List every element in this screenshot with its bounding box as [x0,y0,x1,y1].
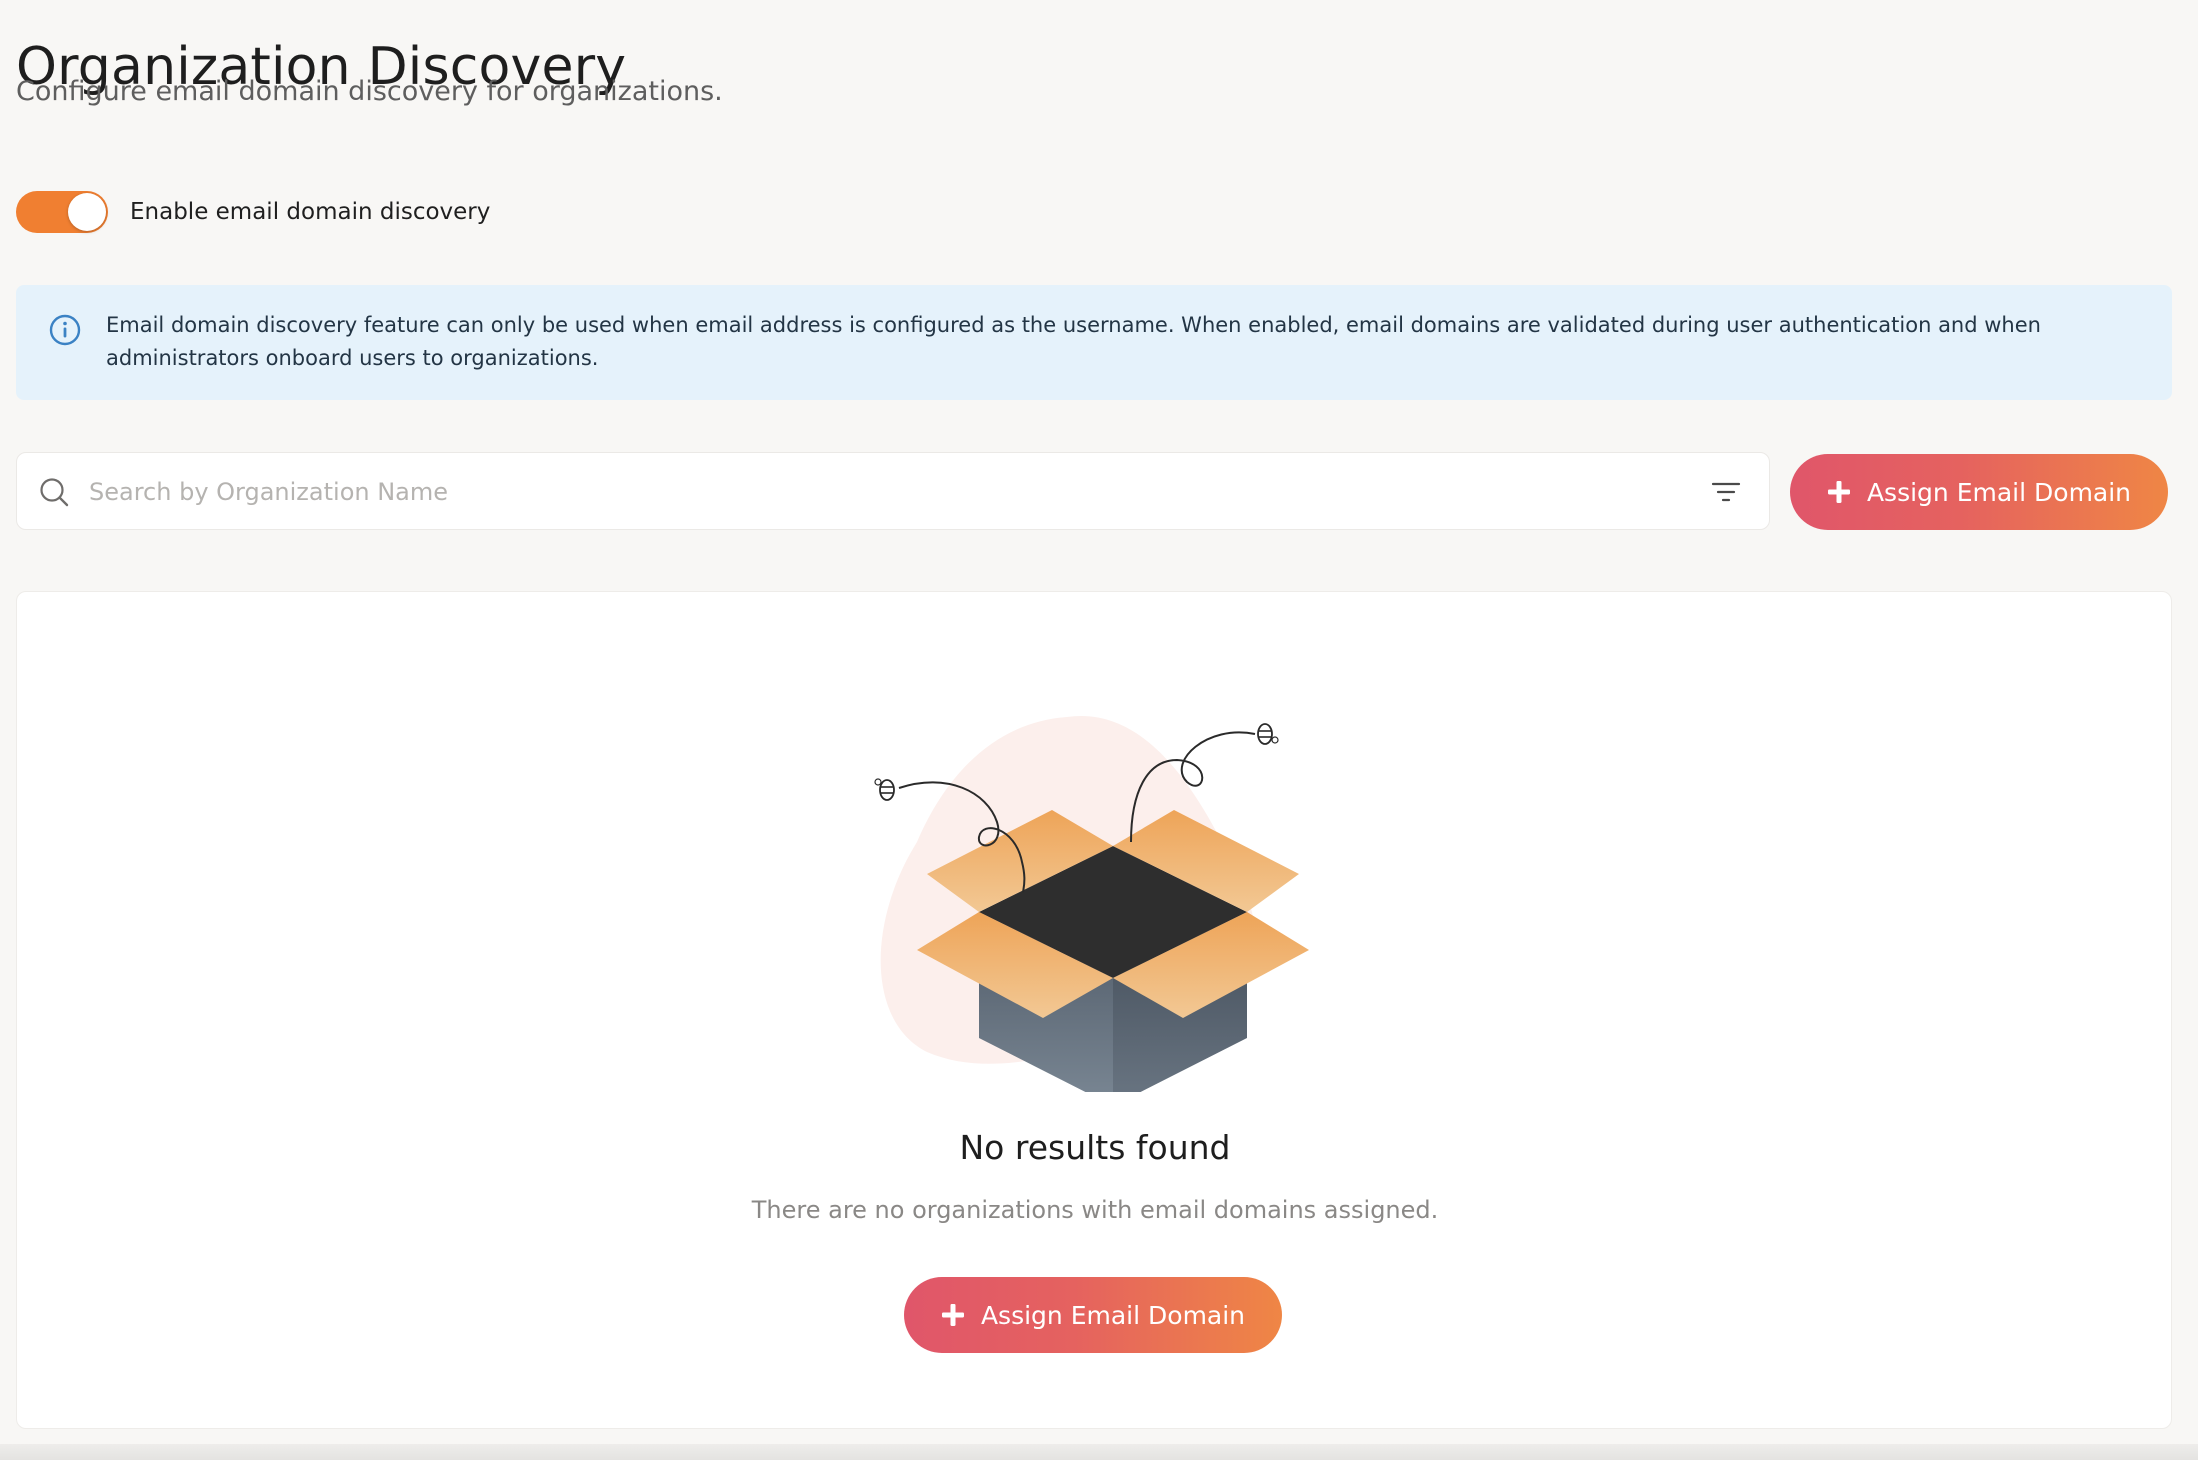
info-alert-text: Email domain discovery feature can only … [106,313,2041,370]
search-bar [16,452,1770,530]
bottom-edge [0,1444,2198,1460]
bee-icon [1257,723,1279,745]
search-input[interactable] [87,469,1651,515]
toggle-knob [68,193,106,231]
empty-state-description: There are no organizations with email do… [751,1196,1439,1224]
page-subtitle: Configure email domain discovery for org… [16,76,723,107]
empty-state-title: No results found [959,1128,1231,1167]
discovery-toggle[interactable] [16,191,108,233]
discovery-toggle-row: Enable email domain discovery [16,190,490,234]
empty-state-assign-button-label: Assign Email Domain [980,1300,1246,1330]
plus-icon [941,1304,964,1326]
info-icon [49,314,81,346]
info-alert: Email domain discovery feature can only … [16,285,2172,400]
results-panel: No results found There are no organizati… [16,591,2172,1429]
plus-icon [1827,481,1850,503]
search-icon [40,478,69,507]
filter-icon[interactable] [1709,475,1743,509]
empty-box-illustration [874,715,1309,1092]
assign-email-domain-button-label: Assign Email Domain [1866,477,2132,507]
discovery-toggle-label: Enable email domain discovery [130,199,491,225]
assign-email-domain-button[interactable]: Assign Email Domain [1790,454,2168,530]
empty-state-assign-button[interactable]: Assign Email Domain [904,1277,1282,1353]
bee-icon [874,778,895,801]
